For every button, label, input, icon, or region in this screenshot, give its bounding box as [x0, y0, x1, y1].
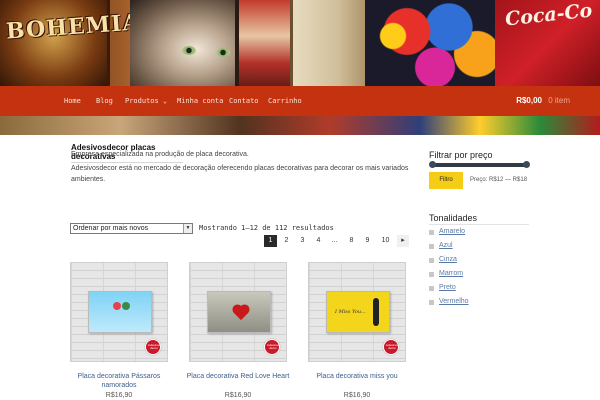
page-description-line-2: Adesivosdecor está no mercado de decoraç… [71, 165, 409, 183]
price-slider-max-handle[interactable] [523, 161, 530, 168]
brand-seal-logo: Adesivos decor [383, 339, 399, 355]
kitten-art [130, 0, 250, 90]
tone-bullet-icon [429, 272, 434, 277]
bohemia-poster-art: BOHEMIA [0, 0, 141, 90]
green-bird-art [122, 302, 130, 310]
pagination-page-8[interactable]: 8 [345, 235, 358, 247]
pagination-page-3[interactable]: 3 [296, 235, 309, 247]
kitten-eye-right [216, 48, 230, 57]
tone-bullet-icon [429, 258, 434, 263]
product-name[interactable]: Placa decorativa miss you [300, 372, 414, 381]
product-price: R$16,90 [343, 392, 371, 399]
heart-icon [233, 305, 249, 321]
product-price: R$16,90 [105, 392, 133, 399]
telephone-handset-icon [373, 298, 379, 326]
bohemia-poster-text: BOHEMIA [5, 9, 142, 45]
nav-item-blog[interactable]: Blog [96, 97, 113, 105]
pagination-next-icon[interactable]: ▸ [397, 235, 409, 247]
vintage-fridge-art [290, 0, 370, 90]
cart-total[interactable]: R$0,00 [516, 96, 542, 105]
result-count: Mostrando 1–12 de 112 resultados [199, 224, 334, 232]
brand-seal-logo: Adesivos decor [264, 339, 280, 355]
price-range-label: Preço: R$12 — R$18 [470, 177, 528, 183]
product-image[interactable]: I Miss You... Adesivos decor [308, 262, 406, 362]
tones-divider [429, 224, 529, 225]
product-name[interactable]: Placa decorativa Red Love Heart [181, 372, 295, 381]
brand-seal-logo: Adesivos decor [145, 339, 161, 355]
tone-bullet-icon [429, 230, 434, 235]
tone-bullet-icon [429, 244, 434, 249]
filter-button[interactable]: Filtro [429, 172, 463, 189]
pagination-page-1[interactable]: 1 [264, 235, 277, 247]
heart-plaque-art [207, 291, 271, 333]
flowers-art [365, 0, 505, 90]
ordering-selected-value: Ordenar por mais novos [73, 225, 149, 232]
product-image[interactable]: Adesivos decor [189, 262, 287, 362]
tone-bullet-icon [429, 286, 434, 291]
product-name[interactable]: Placa decorativa Pássaros namorados [62, 372, 176, 390]
nav-item-home[interactable]: Home [64, 97, 81, 105]
price-slider[interactable] [429, 161, 530, 168]
nav-item-minha-conta[interactable]: Minha conta [177, 97, 223, 105]
price-slider-min-handle[interactable] [429, 161, 436, 168]
pagination-page-9[interactable]: 9 [361, 235, 374, 247]
product-price: R$16,90 [224, 392, 252, 399]
banner-bottom-strip [0, 115, 600, 135]
pagination-page-2[interactable]: 2 [280, 235, 293, 247]
nav-item-contato[interactable]: Contato [229, 97, 259, 105]
ordering-select[interactable]: Ordenar por mais novos ▼ [70, 223, 193, 234]
chevron-down-icon: ▼ [183, 224, 192, 233]
birds-plaque-art [88, 291, 152, 333]
miss-you-plaque-text: I Miss You... [335, 309, 366, 315]
product-image[interactable]: Adesivos decor [70, 262, 168, 362]
red-bird-art [113, 302, 121, 310]
cart-item-count[interactable]: 0 item [548, 96, 570, 105]
pagination-ellipsis: … [331, 237, 338, 244]
pagination-page-10[interactable]: 10 [377, 235, 394, 247]
tone-bullet-icon [429, 300, 434, 305]
miss-you-plaque-art: I Miss You... [326, 291, 390, 333]
pagination-page-4[interactable]: 4 [312, 235, 325, 247]
nav-item-carrinho[interactable]: Carrinho [268, 97, 302, 105]
kitten-eye-left [182, 46, 196, 55]
page-description-line-1: Empresa especializada na produção de pla… [71, 151, 249, 158]
nav-item-produtos[interactable]: Produtos ⌄ [125, 97, 167, 105]
main-navigation: Home Blog Produtos ⌄ Minha conta Contato… [0, 86, 600, 116]
tones-title: Tonalidades [429, 213, 478, 223]
price-filter-title: Filtrar por preço [429, 150, 493, 160]
